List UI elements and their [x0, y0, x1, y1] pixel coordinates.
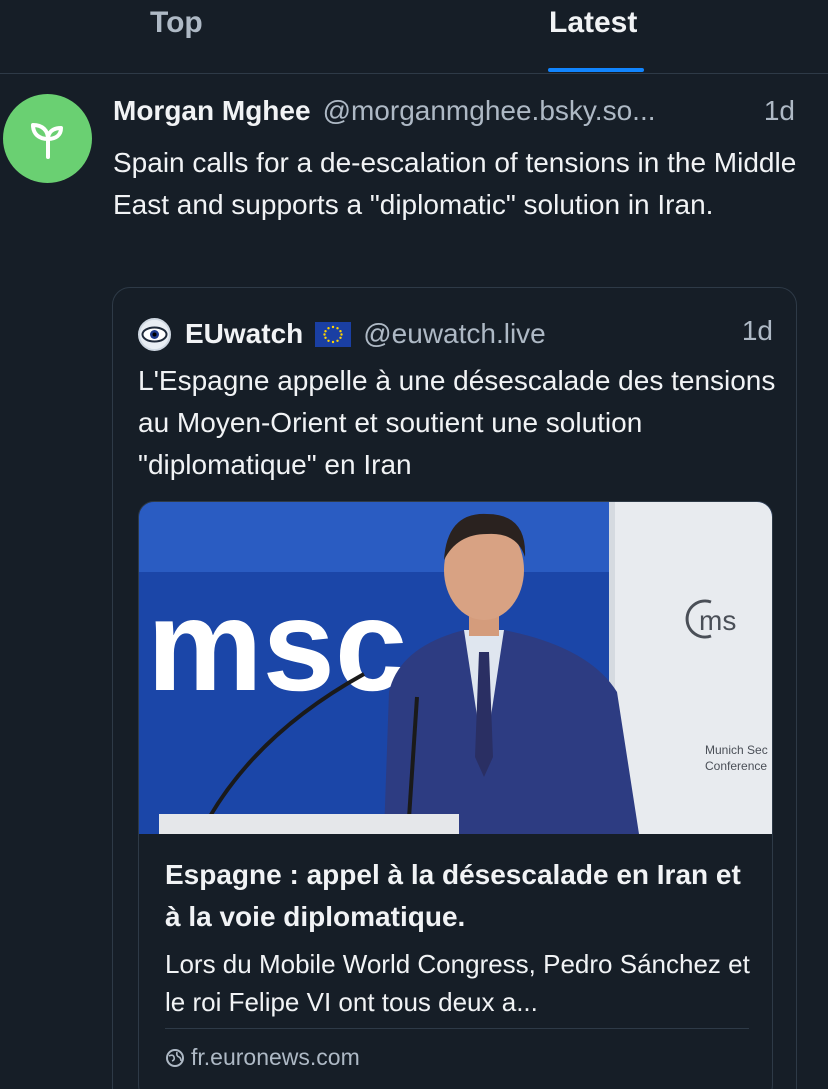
- link-card-domain-text: fr.euronews.com: [191, 1044, 360, 1070]
- eye-logo-icon[interactable]: [138, 317, 171, 351]
- msc-logo-text: ms: [699, 605, 736, 636]
- card-divider: [165, 1028, 749, 1029]
- link-card-domain[interactable]: fr.euronews.com: [165, 1044, 360, 1071]
- quoted-post-text: L'Espagne appelle à une désescalade des …: [138, 365, 776, 480]
- post-time[interactable]: 1d: [764, 95, 795, 127]
- quoted-handle[interactable]: @euwatch.live: [363, 318, 546, 350]
- quoted-post-header: EUwatch @euwatch.live 1d: [138, 315, 773, 353]
- post-header: Morgan Mghee @morganmghee.bsky.so... 1d: [113, 95, 803, 135]
- conference-text-2: Conference: [705, 759, 767, 773]
- sprout-icon: [30, 122, 63, 159]
- quoted-author[interactable]: EUwatch: [185, 318, 303, 350]
- conference-text-1: Munich Sec: [705, 743, 768, 757]
- link-card-image[interactable]: msc ms Munich Sec Conference: [139, 502, 772, 834]
- link-card-description: Lors du Mobile World Congress, Pedro Sán…: [165, 949, 750, 1017]
- msc-backdrop-text: msc: [147, 572, 407, 718]
- feed-tabs: Top Latest: [0, 0, 828, 74]
- post-author[interactable]: Morgan Mghee: [113, 95, 311, 127]
- globe-icon: [165, 1048, 185, 1068]
- quoted-time[interactable]: 1d: [742, 315, 773, 347]
- quoted-post[interactable]: EUwatch @euwatch.live 1d L'Espagne appel…: [112, 287, 797, 1089]
- eu-flag-icon: [315, 321, 352, 347]
- post-text: Spain calls for a de-escalation of tensi…: [113, 147, 797, 220]
- post-handle[interactable]: @morganmghee.bsky.so...: [323, 95, 656, 127]
- tab-latest[interactable]: Latest: [549, 6, 637, 40]
- avatar[interactable]: [3, 94, 92, 183]
- active-tab-indicator: [548, 68, 644, 72]
- link-card-title[interactable]: Espagne : appel à la désescalade en Iran…: [165, 854, 755, 938]
- link-card[interactable]: msc ms Munich Sec Conference Espagne : a: [138, 501, 773, 1089]
- tab-top[interactable]: Top: [150, 6, 203, 40]
